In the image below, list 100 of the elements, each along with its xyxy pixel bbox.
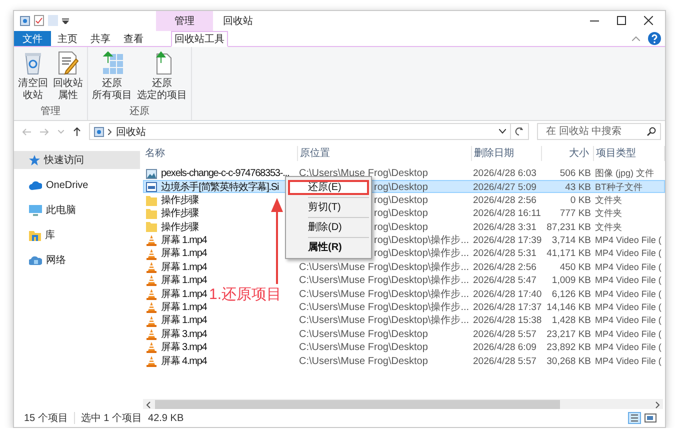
window-title: 回收站 <box>222 14 254 29</box>
column-header[interactable]: 大小 <box>563 146 594 162</box>
menu-item[interactable]: 删除(D) <box>288 220 369 235</box>
cone-icon <box>146 342 157 354</box>
file-name[interactable]: 屏幕 1.mp4 <box>161 247 207 261</box>
column-header[interactable]: 删除日期 <box>472 146 542 162</box>
type-cell-text: MP4 Video File ( <box>595 288 662 301</box>
ribbon-tab[interactable]: 查看 <box>117 30 150 46</box>
type-cell: MP4 Video File ( <box>595 234 662 248</box>
folder-icon <box>146 222 157 232</box>
file-name[interactable]: 屏幕 1.mp4 <box>161 288 207 302</box>
group-label: 管理 <box>40 106 62 118</box>
file-name[interactable]: 屏幕 1.mp4 <box>161 301 207 314</box>
horizontal-scrollbar[interactable] <box>143 399 663 410</box>
refresh-icon[interactable] <box>515 127 524 136</box>
type-cell-text: MP4 Video File ( <box>595 341 662 354</box>
column-header[interactable]: 原位置 <box>298 146 472 162</box>
size-cell-text: 23,892 KB <box>546 341 592 355</box>
ribbon-button[interactable]: 还原 选定的项目 <box>136 51 188 106</box>
nav-item[interactable]: 网络 <box>14 251 140 270</box>
details-view-icon[interactable] <box>628 412 641 424</box>
file-name[interactable]: 屏幕 3.mp4 <box>161 328 207 342</box>
collapse-caret-icon[interactable] <box>632 36 640 42</box>
cloud-icon <box>29 180 42 190</box>
type-cell-text: MP4 Video File ( <box>595 314 662 328</box>
date-cell: 2026/4/28 17:40 <box>473 288 542 302</box>
type-cell-text: 文件夹 <box>595 220 622 234</box>
size-cell-text: 450 KB <box>560 260 592 274</box>
type-cell: MP4 Video File ( <box>595 301 662 314</box>
scroll-right-icon[interactable] <box>653 400 661 409</box>
type-cell-text: 文件夹 <box>595 207 622 220</box>
date-cell: 2026/4/28 17:37 <box>473 301 542 314</box>
file-name[interactable]: 操作步骤 <box>161 194 199 208</box>
size-cell-text: 3,714 KB <box>552 234 592 248</box>
date-cell: 2026/4/28 6:03 <box>473 167 536 181</box>
nav-item[interactable]: 此电脑 <box>14 201 140 220</box>
dropdown-icon[interactable] <box>62 17 69 24</box>
maximize-icon[interactable] <box>617 16 626 26</box>
ribbon-tab[interactable]: 文件 <box>14 30 51 46</box>
date-cell: 2026/4/28 2:56 <box>473 260 536 274</box>
nav-item[interactable]: 快速访问 <box>14 151 140 170</box>
cone-icon <box>146 262 157 274</box>
location-cell: rog\Desktop\操作步... <box>374 234 470 248</box>
file-name[interactable]: 屏幕 1.mp4 <box>161 234 207 248</box>
size-cell-text: 506 KB <box>560 167 592 181</box>
ribbon-tab[interactable]: 共享 <box>84 30 117 46</box>
cone-icon <box>146 302 157 314</box>
menu-item[interactable]: 剪切(T) <box>288 200 369 215</box>
type-cell-text: 文件夹 <box>595 194 622 207</box>
location-cell: C:\Users\Muse Frog\Desktop\操作步... <box>299 314 470 328</box>
folder-icon <box>29 230 41 241</box>
context-tab-header: 管理 <box>156 11 213 31</box>
location-cell: rog\Desktop <box>374 194 428 208</box>
date-cell: 2026/4/28 3:31 <box>473 220 536 234</box>
date-cell: 2026/4/28 2:56 <box>473 194 536 208</box>
column-header[interactable]: 项目类型 <box>594 146 665 162</box>
chevron-down-icon[interactable] <box>499 129 506 134</box>
help-icon[interactable] <box>648 32 661 46</box>
file-name[interactable]: 操作步骤 <box>161 207 199 221</box>
monitor-icon <box>29 204 42 216</box>
menu-item[interactable]: 属性(R) <box>288 240 369 255</box>
column-header[interactable]: 名称 <box>143 146 298 162</box>
ribbon-button[interactable]: 还原 所有项目 <box>91 51 133 106</box>
scroll-left-icon[interactable] <box>145 400 153 409</box>
image-file-icon <box>146 168 157 179</box>
file-name[interactable]: 屏幕 3.mp4 <box>161 341 207 355</box>
search-field[interactable]: 在 回收站 中搜索 <box>537 123 661 140</box>
ribbon-tab[interactable]: 主页 <box>51 30 84 46</box>
document-pencil-icon <box>57 51 79 76</box>
item-count: 15 个项目 <box>24 412 68 426</box>
location-cell: C:\Users\Muse Frog\Desktop\操作步... <box>299 260 470 274</box>
file-name[interactable]: 屏幕 1.mp4 <box>161 314 207 328</box>
nav-item[interactable]: 库 <box>14 226 140 244</box>
date-cell: 2026/4/28 17:39 <box>473 234 542 248</box>
location-cell: C:\Users\Muse Frog\Desktop <box>299 167 428 181</box>
date-cell: 2026/4/28 16:11 <box>473 207 541 221</box>
file-name[interactable]: pexels-change-c-c-974768353-... <box>161 167 290 181</box>
file-name[interactable]: 屏幕 1.mp4 <box>161 274 207 288</box>
file-name[interactable]: 屏幕 1.mp4 <box>161 260 207 274</box>
size-cell-text: 23,217 KB <box>546 328 592 342</box>
file-name[interactable]: 屏幕 4.mp4 <box>161 354 207 368</box>
location-cell: C:\Users\Muse Frog\Desktop\操作步... <box>299 301 470 314</box>
close-icon[interactable] <box>644 16 653 26</box>
date-cell: 2026/4/28 5:57 <box>473 328 536 342</box>
cone-icon <box>146 329 157 340</box>
file-name[interactable]: 边境杀手[简繁英特效字幕].Si <box>161 180 279 194</box>
ribbon-button[interactable]: 回收站 属性 <box>52 51 84 106</box>
file-name[interactable]: 操作步骤 <box>161 220 199 234</box>
restore-grid-icon <box>100 51 124 76</box>
ribbon-tab[interactable]: 回收站工具 <box>171 30 228 48</box>
type-cell-text: MP4 Video File ( <box>595 274 662 288</box>
nav-item[interactable]: OneDrive <box>14 176 140 194</box>
up-arrow-icon[interactable] <box>73 127 81 136</box>
location-cell: rog\Desktop <box>374 220 428 234</box>
address-bar[interactable]: 回收站 <box>89 123 511 140</box>
ribbon-button[interactable]: 清空回 收站 <box>17 51 49 106</box>
menu-item[interactable]: 还原(E) <box>288 180 369 195</box>
size-cell-text: 0 KB <box>570 194 592 208</box>
thumbnail-view-icon[interactable] <box>644 412 657 424</box>
location-cell: C:\Users\Muse Frog\Desktop <box>299 341 428 355</box>
